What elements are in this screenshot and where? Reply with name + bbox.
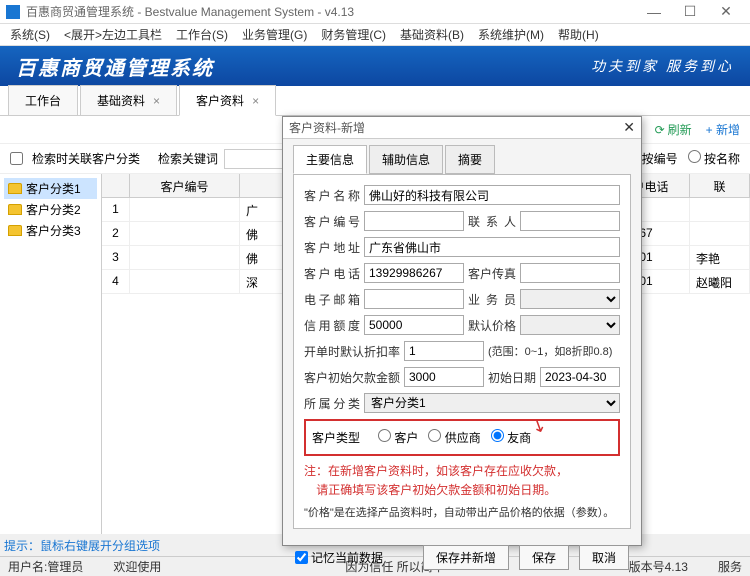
dialog-pane: 客户名称 客户编号联系人 客户地址 客户电话客户传真 电子邮箱业务员 信用额度默… bbox=[293, 174, 631, 529]
menu-help[interactable]: 帮助(H) bbox=[552, 24, 605, 45]
customer-type-group: ↘ 客户类型 客户 供应商 友商 bbox=[304, 419, 620, 456]
dialog-title: 客户资料-新增 bbox=[289, 119, 365, 136]
hint-text: 提示：鼠标右键展开分组选项 bbox=[4, 537, 160, 554]
titlebar: 百惠商贸通管理系统 - Bestvalue Management System … bbox=[0, 0, 750, 24]
radio-partner[interactable]: 友商 bbox=[491, 429, 531, 446]
menu-maint[interactable]: 系统维护(M) bbox=[472, 24, 550, 45]
close-icon[interactable]: × bbox=[153, 94, 160, 108]
save-and-new-button[interactable]: 保存并新增 bbox=[423, 545, 509, 570]
folder-icon bbox=[8, 204, 22, 215]
tel-field[interactable] bbox=[364, 263, 464, 283]
category-tree: 客户分类1 客户分类2 客户分类3 bbox=[0, 174, 102, 534]
keyword-input[interactable] bbox=[224, 149, 284, 169]
banner-slogan: 功夫到家 服务到心 bbox=[591, 56, 734, 76]
cancel-button[interactable]: 取消 bbox=[579, 545, 629, 570]
banner: 百惠商贸通管理系统 功夫到家 服务到心 bbox=[0, 46, 750, 86]
discount-hint: (范围：0~1，如8折即0.8) bbox=[488, 343, 612, 359]
credit-field[interactable] bbox=[364, 315, 464, 335]
maximize-button[interactable]: ☐ bbox=[672, 3, 708, 20]
folder-item[interactable]: 客户分类2 bbox=[4, 199, 97, 220]
note-text-2: "价格"是在选择产品资料时，自动带出产品价格的依据（参数）。 bbox=[304, 505, 620, 522]
remember-checkbox[interactable]: 记忆当前数据 bbox=[295, 549, 383, 566]
dtab-main[interactable]: 主要信息 bbox=[293, 145, 367, 174]
dtab-aux[interactable]: 辅助信息 bbox=[369, 145, 443, 174]
dialog-tabs: 主要信息 辅助信息 摘要 bbox=[283, 139, 641, 174]
refresh-button[interactable]: ⟳ 刷新 bbox=[655, 121, 692, 138]
dialog-titlebar: 客户资料-新增 ✕ bbox=[283, 117, 641, 139]
discount-field[interactable] bbox=[404, 341, 484, 361]
folder-item[interactable]: 客户分类1 bbox=[4, 178, 97, 199]
debt-field[interactable] bbox=[404, 367, 484, 387]
contact-field[interactable] bbox=[520, 211, 620, 231]
tab-workbench[interactable]: 工作台 bbox=[8, 85, 78, 115]
banner-title: 百惠商贸通管理系统 bbox=[16, 52, 214, 81]
document-tabs: 工作台 基础资料× 客户资料× bbox=[0, 86, 750, 116]
code-field[interactable] bbox=[364, 211, 464, 231]
keyword-label: 检索关键词 bbox=[158, 150, 218, 167]
category-select[interactable]: 客户分类1 bbox=[364, 393, 620, 413]
dtab-note[interactable]: 摘要 bbox=[445, 145, 495, 174]
status-service: 服务 bbox=[718, 558, 742, 575]
add-button[interactable]: + 新增 bbox=[706, 121, 740, 138]
tab-customer[interactable]: 客户资料× bbox=[179, 85, 276, 116]
radio-customer[interactable]: 客户 bbox=[378, 429, 418, 446]
addr-field[interactable] bbox=[364, 237, 620, 257]
menu-base[interactable]: 基础资料(B) bbox=[394, 24, 470, 45]
menu-finance[interactable]: 财务管理(C) bbox=[315, 24, 392, 45]
folder-item[interactable]: 客户分类3 bbox=[4, 220, 97, 241]
menu-system[interactable]: 系统(S) bbox=[4, 24, 56, 45]
tab-basedata[interactable]: 基础资料× bbox=[80, 85, 177, 115]
date-field[interactable] bbox=[540, 367, 620, 387]
close-button[interactable]: ✕ bbox=[708, 3, 744, 20]
menu-workbench[interactable]: 工作台(S) bbox=[170, 24, 234, 45]
price-select[interactable] bbox=[520, 315, 620, 335]
minimize-button[interactable]: — bbox=[636, 4, 672, 20]
status-welcome: 欢迎使用 bbox=[113, 558, 161, 575]
folder-icon bbox=[8, 183, 22, 194]
menu-business[interactable]: 业务管理(G) bbox=[236, 24, 313, 45]
note-text: 注：在新增客户资料时，如该客户存在应收欠款， 请正确填写该客户初始欠款金额和初始… bbox=[304, 462, 620, 499]
save-button[interactable]: 保存 bbox=[519, 545, 569, 570]
fax-field[interactable] bbox=[520, 263, 620, 283]
menubar: 系统(S) <展开>左边工具栏 工作台(S) 业务管理(G) 财务管理(C) 基… bbox=[0, 24, 750, 46]
mail-field[interactable] bbox=[364, 289, 464, 309]
dialog-buttons: 记忆当前数据 保存并新增 保存 取消 bbox=[283, 539, 641, 576]
folder-icon bbox=[8, 225, 22, 236]
link-category-label: 检索时关联客户分类 bbox=[32, 150, 140, 167]
sales-select[interactable] bbox=[520, 289, 620, 309]
radio-byname[interactable]: 按名称 bbox=[688, 150, 740, 167]
menu-expand[interactable]: <展开>左边工具栏 bbox=[58, 24, 168, 45]
dialog-close-button[interactable]: ✕ bbox=[623, 119, 635, 136]
status-user: 用户名:管理员 bbox=[8, 558, 83, 575]
radio-supplier[interactable]: 供应商 bbox=[428, 429, 480, 446]
link-category-checkbox[interactable] bbox=[10, 152, 23, 165]
window-title: 百惠商贸通管理系统 - Bestvalue Management System … bbox=[26, 3, 636, 20]
add-customer-dialog: 客户资料-新增 ✕ 主要信息 辅助信息 摘要 客户名称 客户编号联系人 客户地址… bbox=[282, 116, 642, 546]
close-icon[interactable]: × bbox=[252, 94, 259, 108]
app-icon bbox=[6, 5, 20, 19]
name-field[interactable] bbox=[364, 185, 620, 205]
